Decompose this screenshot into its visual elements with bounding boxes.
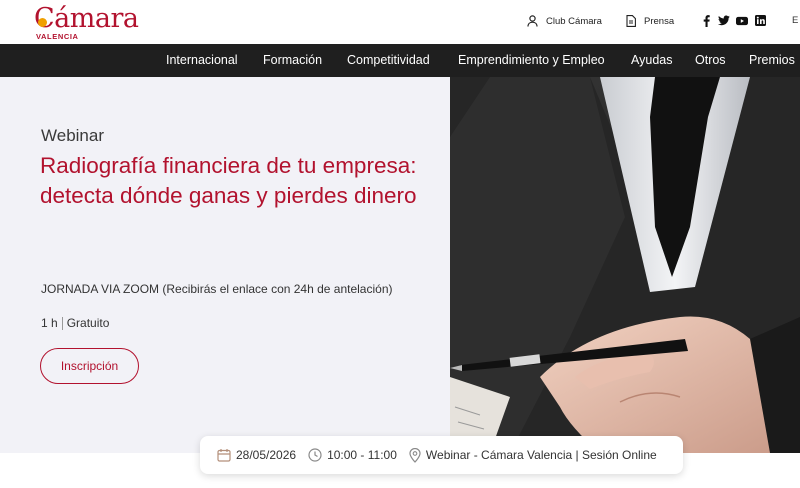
facebook-icon[interactable]: [700, 14, 712, 27]
user-icon: [527, 15, 538, 27]
camara-valencia-logo[interactable]: Cámara VALENCIA: [34, 4, 154, 42]
document-icon: [626, 15, 636, 27]
hero-image-businessman: [450, 77, 800, 453]
event-info-bar: 28/05/2026 10:00 - 11:00 Webinar - Cámar…: [200, 436, 683, 474]
duration-text: 1 h: [41, 316, 58, 330]
youtube-icon[interactable]: [736, 14, 748, 27]
page-title: Radiografía financiera de tu empresa: de…: [40, 153, 417, 208]
location-pin-icon: [409, 447, 421, 463]
event-location: Webinar - Cámara Valencia | Sesión Onlin…: [409, 447, 657, 463]
social-links: [700, 14, 766, 27]
meta-divider: [61, 316, 63, 330]
logo-dot-icon: [38, 18, 47, 27]
nav-item-formacion[interactable]: Formación: [263, 44, 322, 77]
event-location-text: Webinar - Cámara Valencia | Sesión Onlin…: [425, 448, 657, 462]
event-date: 28/05/2026: [217, 448, 296, 462]
calendar-icon: [217, 449, 231, 462]
main-nav: Internacional Formación Competitividad E…: [0, 44, 800, 77]
club-camara-link[interactable]: Club Cámara: [527, 13, 602, 29]
nav-item-emprendimiento[interactable]: Emprendimiento y Empleo: [458, 44, 605, 77]
event-time-text: 10:00 - 11:00: [327, 448, 397, 462]
price-text: Gratuito: [66, 316, 110, 330]
twitter-icon[interactable]: [718, 14, 730, 27]
clock-icon: [308, 448, 322, 462]
event-time: 10:00 - 11:00: [308, 448, 397, 462]
nav-item-internacional[interactable]: Internacional: [166, 44, 238, 77]
event-meta: 1 h Gratuito: [41, 316, 109, 330]
logo-wordmark: Cámara: [34, 3, 139, 34]
nav-item-otros[interactable]: Otros: [695, 44, 726, 77]
event-format-text: JORNADA VIA ZOOM (Recibirás el enlace co…: [41, 282, 393, 296]
prensa-link[interactable]: Prensa: [626, 13, 674, 29]
linkedin-icon[interactable]: [754, 14, 766, 27]
event-date-text: 28/05/2026: [236, 448, 297, 462]
inscripcion-button[interactable]: Inscripción: [40, 348, 139, 384]
top-header: Cámara VALENCIA Club Cámara Prensa E: [0, 0, 800, 44]
prensa-label: Prensa: [644, 15, 675, 27]
nav-item-competitividad[interactable]: Competitividad: [347, 44, 430, 77]
nav-item-premios[interactable]: Premios: [749, 44, 795, 77]
logo-subtitle: VALENCIA: [36, 32, 79, 41]
nav-item-ayudas[interactable]: Ayudas: [631, 44, 672, 77]
club-camara-label: Club Cámara: [546, 15, 602, 27]
event-type-label: Webinar: [41, 126, 104, 145]
language-selector[interactable]: E: [792, 15, 798, 26]
